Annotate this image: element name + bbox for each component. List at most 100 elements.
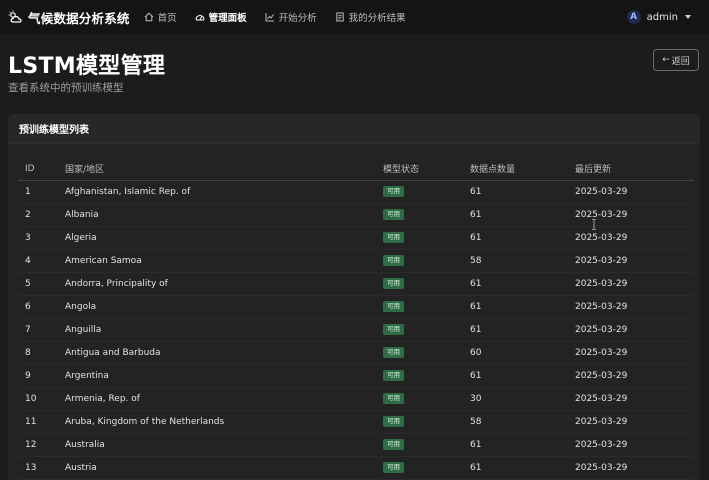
cell-status: 可用	[383, 410, 470, 434]
cell-country: Andorra, Principality of	[65, 272, 383, 296]
cell-last-updated: 2025-03-29	[575, 410, 694, 434]
cell-last-updated: 2025-03-29	[575, 272, 694, 296]
user-name: admin	[646, 11, 678, 23]
model-table: ID 国家/地区 模型状态 数据点数量 最后更新 1 Afghanistan, I…	[18, 158, 694, 480]
cell-last-updated: 2025-03-29	[575, 456, 694, 480]
model-list-card: 预训练模型列表 ID 国家/地区 模型状态 数据点数量 最后更新 1 Afghan…	[8, 114, 700, 480]
cell-status: 可用	[383, 180, 470, 204]
cell-id: 2	[18, 203, 65, 227]
status-badge: 可用	[383, 439, 404, 450]
cell-status: 可用	[383, 203, 470, 227]
nav-admin-panel-label: 管理面板	[208, 13, 247, 24]
header-data-points: 数据点数量	[470, 158, 575, 181]
table-row: 1 Afghanistan, Islamic Rep. of 可用 61 2025-03…	[18, 180, 694, 204]
home-icon	[144, 12, 154, 22]
table-row: 4 American Samoa 可用 58 2025-03-29	[18, 249, 694, 273]
status-badge: 可用	[383, 186, 404, 197]
cell-country: Armenia, Rep. of	[65, 387, 383, 411]
cell-data-points: 58	[470, 249, 575, 273]
page-title: LSTM模型管理	[8, 54, 166, 79]
nav-start-analysis-label: 开始分析	[278, 13, 317, 24]
cell-id: 9	[18, 364, 65, 388]
cell-country: American Samoa	[65, 249, 383, 273]
cell-last-updated: 2025-03-29	[575, 387, 694, 411]
table-row: 13 Austria 可用 61 2025-03-29	[18, 456, 694, 480]
cell-country: Aruba, Kingdom of the Netherlands	[65, 410, 383, 434]
cell-status: 可用	[383, 341, 470, 365]
cell-status: 可用	[383, 387, 470, 411]
nav-home[interactable]: 首页	[144, 10, 177, 24]
cell-data-points: 61	[470, 226, 575, 250]
table-row: 11 Aruba, Kingdom of the Netherlands 可用 58 2…	[18, 410, 694, 434]
chart-line-icon	[265, 12, 275, 22]
cell-id: 1	[18, 180, 65, 204]
cell-id: 3	[18, 226, 65, 250]
cell-status: 可用	[383, 226, 470, 250]
cell-country: Algeria	[65, 226, 383, 250]
cell-data-points: 61	[470, 318, 575, 342]
table-row: 8 Antigua and Barbuda 可用 60 2025-03-29	[18, 341, 694, 365]
document-icon	[335, 12, 345, 22]
cell-last-updated: 2025-03-29	[575, 318, 694, 342]
nav-admin-panel[interactable]: 管理面板	[195, 10, 247, 24]
cell-status: 可用	[383, 318, 470, 342]
cell-last-updated: 2025-03-29	[575, 180, 694, 204]
status-badge: 可用	[383, 232, 404, 243]
status-badge: 可用	[383, 393, 404, 404]
table-row: 6 Angola 可用 61 2025-03-29	[18, 295, 694, 319]
header-last-updated: 最后更新	[575, 158, 694, 181]
cell-status: 可用	[383, 456, 470, 480]
cell-last-updated: 2025-03-29	[575, 341, 694, 365]
header-id: ID	[18, 158, 65, 181]
chevron-down-icon	[685, 15, 691, 19]
back-button-label: 返回	[671, 56, 690, 67]
cell-id: 4	[18, 249, 65, 273]
cell-status: 可用	[383, 272, 470, 296]
cell-country: Albania	[65, 203, 383, 227]
nav-my-results[interactable]: 我的分析结果	[335, 10, 406, 24]
table-header-row: ID 国家/地区 模型状态 数据点数量 最后更新	[18, 158, 694, 181]
cell-data-points: 60	[470, 341, 575, 365]
status-badge: 可用	[383, 370, 404, 381]
cell-id: 10	[18, 387, 65, 411]
cell-last-updated: 2025-03-29	[575, 295, 694, 319]
cell-data-points: 61	[470, 433, 575, 457]
card-title: 预训练模型列表	[8, 114, 700, 144]
cell-status: 可用	[383, 249, 470, 273]
brand[interactable]: 气候数据分析系统	[8, 8, 130, 27]
cell-country: Anguilla	[65, 318, 383, 342]
arrow-left-icon: ←	[662, 55, 670, 65]
cell-id: 7	[18, 318, 65, 342]
nav-start-analysis[interactable]: 开始分析	[265, 10, 317, 24]
cell-country: Antigua and Barbuda	[65, 341, 383, 365]
cell-data-points: 30	[470, 387, 575, 411]
cell-country: Australia	[65, 433, 383, 457]
user-menu[interactable]: A admin	[626, 0, 691, 34]
status-badge: 可用	[383, 347, 404, 358]
status-badge: 可用	[383, 416, 404, 427]
text-cursor-icon	[591, 215, 597, 234]
cell-data-points: 61	[470, 180, 575, 204]
header-country: 国家/地区	[65, 158, 383, 181]
cell-id: 6	[18, 295, 65, 319]
cell-last-updated: 2025-03-29	[575, 433, 694, 457]
status-badge: 可用	[383, 324, 404, 335]
cell-id: 13	[18, 456, 65, 480]
cell-country: Afghanistan, Islamic Rep. of	[65, 180, 383, 204]
cell-status: 可用	[383, 295, 470, 319]
nav-my-results-label: 我的分析结果	[348, 13, 406, 24]
header-status: 模型状态	[383, 158, 470, 181]
cell-id: 8	[18, 341, 65, 365]
table-row: 7 Anguilla 可用 61 2025-03-29	[18, 318, 694, 342]
cell-data-points: 61	[470, 364, 575, 388]
table-row: 10 Armenia, Rep. of 可用 30 2025-03-29	[18, 387, 694, 411]
cell-country: Argentina	[65, 364, 383, 388]
status-badge: 可用	[383, 301, 404, 312]
status-badge: 可用	[383, 462, 404, 473]
cell-status: 可用	[383, 433, 470, 457]
cell-id: 12	[18, 433, 65, 457]
cell-data-points: 58	[470, 410, 575, 434]
back-button[interactable]: ← 返回	[653, 49, 699, 71]
cell-country: Austria	[65, 456, 383, 480]
cell-data-points: 61	[470, 456, 575, 480]
